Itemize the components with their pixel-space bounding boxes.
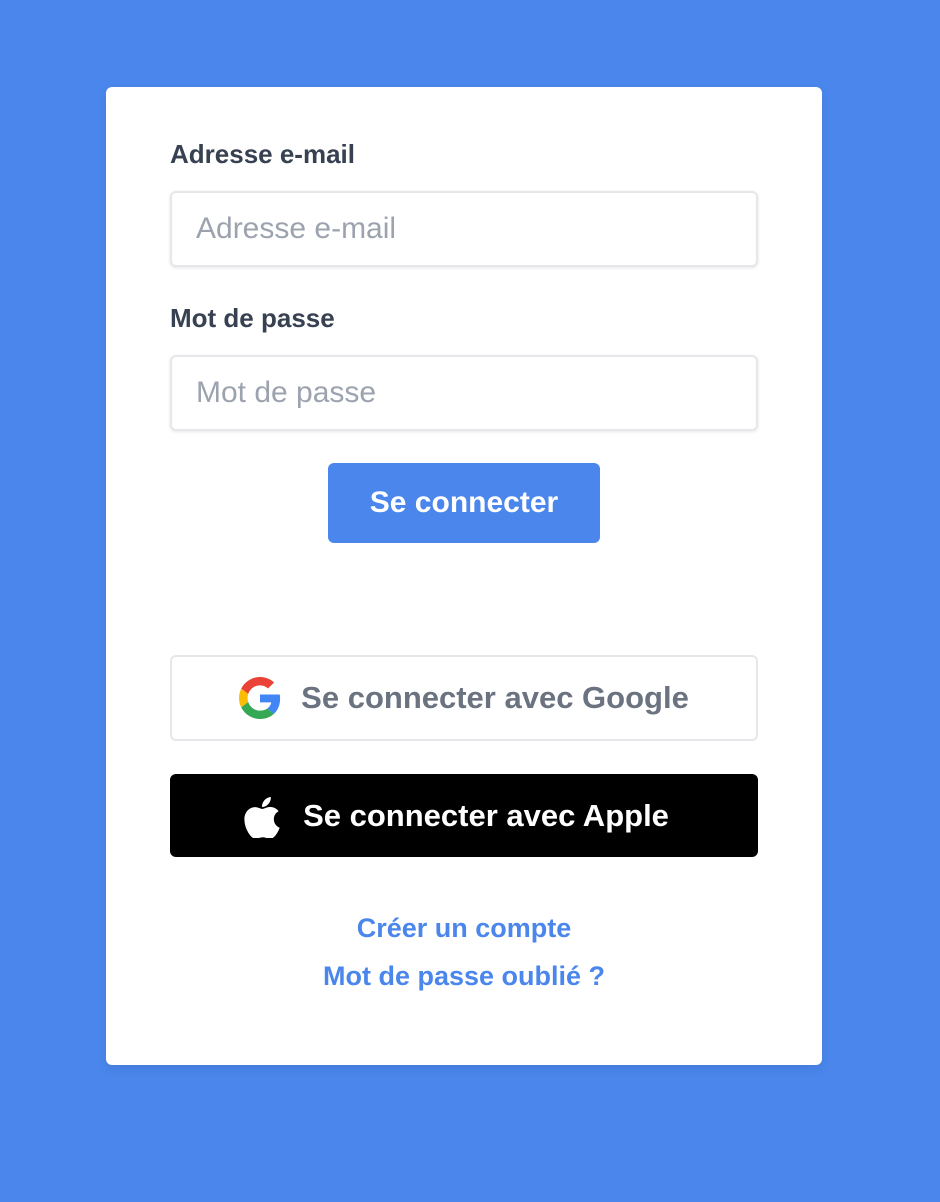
password-field[interactable] [170, 355, 758, 431]
email-field[interactable] [170, 191, 758, 267]
forgot-password-link[interactable]: Mot de passe oublié ? [106, 961, 822, 992]
password-label: Mot de passe [170, 303, 335, 333]
login-button[interactable]: Se connecter [328, 463, 600, 543]
apple-icon [241, 795, 283, 838]
login-card: Adresse e-mail Mot de passe Se connecter… [106, 87, 822, 1065]
google-login-label: Se connecter avec Google [301, 680, 689, 715]
apple-login-button[interactable]: Se connecter avec Apple [170, 774, 758, 857]
create-account-link[interactable]: Créer un compte [106, 913, 822, 944]
google-icon [239, 677, 281, 719]
apple-login-label: Se connecter avec Apple [303, 797, 669, 833]
email-label: Adresse e-mail [170, 139, 355, 169]
google-login-button[interactable]: Se connecter avec Google [170, 655, 758, 741]
